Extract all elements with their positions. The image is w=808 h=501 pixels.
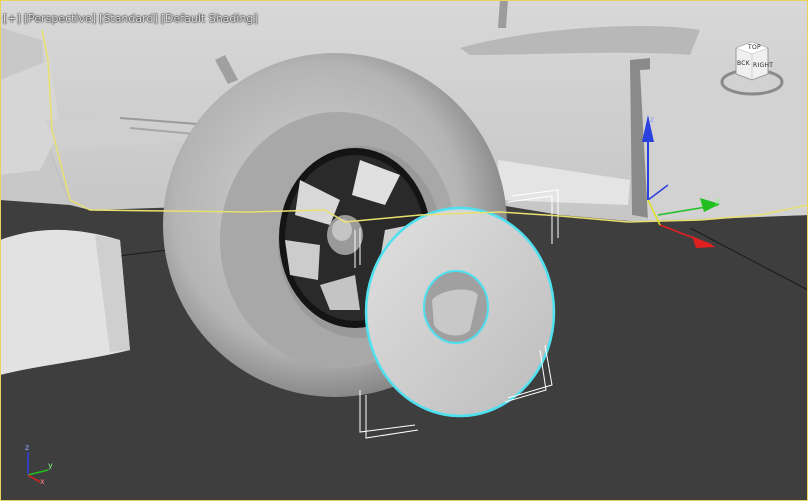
- viewcube-side-label: BCK: [737, 60, 751, 67]
- corner-z-label: z: [25, 443, 29, 452]
- perspective-viewport[interactable]: z y z y x TOP RIGHT BCK [+] [Perspective…: [0, 0, 808, 501]
- viewport-shading-menu[interactable]: [Default Shading]: [161, 12, 258, 28]
- viewport-label-menu: [+] [Perspective] [Standard] [Default Sh…: [3, 12, 258, 28]
- front-wing[interactable]: [0, 229, 130, 375]
- viewcube[interactable]: TOP RIGHT BCK: [720, 40, 784, 100]
- corner-x-label: x: [40, 477, 45, 486]
- viewport-standard-menu[interactable]: [Standard]: [99, 12, 158, 28]
- viewcube-top-label: TOP: [748, 44, 761, 51]
- viewport-plus-menu[interactable]: [+]: [3, 12, 21, 28]
- gizmo-y-label: y: [715, 196, 720, 205]
- viewport-view-menu[interactable]: [Perspective]: [24, 12, 96, 28]
- scene-canvas[interactable]: z y z y x: [0, 0, 808, 501]
- selected-disc[interactable]: [364, 206, 556, 418]
- viewcube-front-label: RIGHT: [753, 62, 774, 69]
- gizmo-z-label: z: [650, 115, 654, 124]
- corner-y-label: y: [48, 461, 53, 470]
